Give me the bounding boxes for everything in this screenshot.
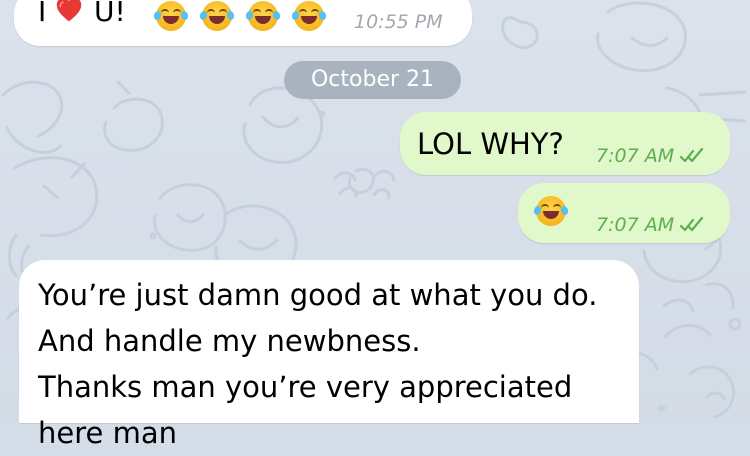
date-separator-label: October 21 [310, 67, 435, 92]
face-with-tears-of-joy-icon [244, 1, 282, 31]
face-with-tears-of-joy-icon [152, 1, 190, 31]
message-text-prefix: I [38, 0, 47, 28]
timestamp-text: 7:07 AM [596, 214, 675, 236]
double-check-icon [680, 217, 704, 233]
message-timestamp: 10:55 PM [354, 11, 443, 33]
message-line: You’re just damn good at what you do. [38, 278, 598, 312]
timestamp-text: 7:07 AM [596, 145, 675, 167]
message-timestamp: 7:07 AM [596, 145, 704, 167]
double-check-icon [680, 148, 704, 164]
face-with-tears-of-joy-icon [198, 1, 236, 31]
date-separator: October 21 [284, 61, 461, 99]
message-line: And handle my newbness. [38, 324, 421, 358]
message-text: LOL WHY? [417, 127, 564, 161]
red-heart-icon [56, 0, 82, 22]
message-timestamp: 7:07 AM [596, 214, 704, 236]
face-with-tears-of-joy-icon [290, 1, 328, 31]
timestamp-text: 10:55 PM [354, 11, 443, 33]
face-with-tears-of-joy-icon [532, 196, 570, 226]
message-line: Thanks man you’re very appreciated [38, 370, 573, 404]
message-text-suffix: U! [94, 0, 126, 28]
message-line: here man [38, 416, 177, 450]
